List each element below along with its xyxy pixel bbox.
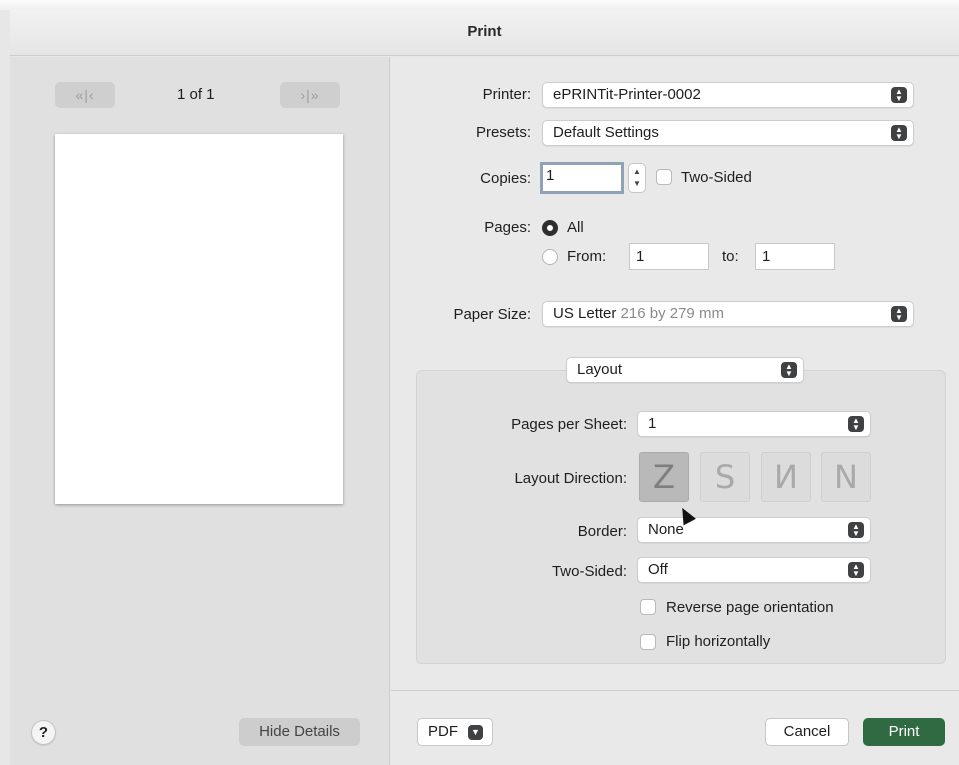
layout-reverse-z-icon[interactable]: S — [700, 452, 750, 502]
copies-field[interactable]: 1 — [540, 162, 624, 194]
popup-arrows-icon: ▲ ▼ — [848, 416, 864, 432]
window-title: Print — [10, 10, 959, 56]
paper-size-label: Paper Size: — [453, 306, 531, 323]
preview-pane: «|‹ 1 of 1 ›|» ? Hide Details — [10, 57, 390, 765]
hide-details-button[interactable]: Hide Details — [239, 718, 360, 746]
layout-n-icon[interactable]: N — [821, 452, 871, 502]
page-count: 1 of 1 — [177, 86, 215, 103]
pages-from-field[interactable]: 1 — [629, 243, 709, 270]
print-button[interactable]: Print — [863, 718, 945, 746]
popup-arrows-icon: ▲ ▼ — [781, 362, 797, 378]
help-button[interactable]: ? — [31, 720, 56, 745]
presets-value: Default Settings — [553, 124, 659, 141]
flip-horizontally-label: Flip horizontally — [666, 633, 771, 650]
layout-z-icon[interactable]: Z — [639, 452, 689, 502]
two-sided-label: Two-Sided — [681, 169, 752, 186]
presets-popup[interactable]: Default Settings ▲ ▼ — [542, 120, 914, 146]
pages-all-label: All — [567, 219, 584, 236]
copies-stepper[interactable]: ▲ ▼ — [628, 163, 646, 193]
popup-arrows-icon: ▲ ▼ — [848, 522, 864, 538]
popup-arrows-icon: ▲ ▼ — [891, 306, 907, 322]
menubar-strip — [0, 0, 959, 10]
section-popup[interactable]: Layout ▲ ▼ — [566, 357, 804, 383]
pages-all-radio[interactable] — [542, 220, 558, 236]
two-sided-mode-label: Two-Sided: — [551, 563, 627, 580]
previous-page-button[interactable]: «|‹ — [55, 82, 115, 108]
presets-label: Presets: — [475, 124, 531, 141]
two-sided-checkbox[interactable] — [656, 169, 672, 185]
printer-label: Printer: — [482, 86, 531, 103]
pdf-menu-button[interactable]: PDF ▼ — [417, 718, 493, 746]
footer-divider — [391, 690, 959, 691]
pages-to-label: to: — [722, 248, 739, 265]
border-popup[interactable]: None ▲ ▼ — [637, 517, 871, 543]
printer-value: ePRINTit-Printer-0002 — [553, 86, 701, 103]
pdf-label: PDF — [428, 723, 458, 740]
chevron-down-icon: ▼ — [468, 725, 483, 740]
pages-per-sheet-popup[interactable]: 1 ▲ ▼ — [637, 411, 871, 437]
cancel-button[interactable]: Cancel — [765, 718, 849, 746]
pages-from-radio[interactable] — [542, 249, 558, 265]
section-value: Layout — [577, 361, 623, 378]
pages-per-sheet-value: 1 — [648, 415, 657, 432]
pages-per-sheet-label: Pages per Sheet: — [511, 416, 627, 433]
layout-direction-label: Layout Direction: — [514, 470, 627, 487]
paper-size-popup[interactable]: US Letter 216 by 279 mm ▲ ▼ — [542, 301, 914, 327]
next-page-button[interactable]: ›|» — [280, 82, 340, 108]
popup-arrows-icon: ▲ ▼ — [848, 562, 864, 578]
reverse-orientation-label: Reverse page orientation — [666, 599, 834, 616]
layout-n-reverse-icon[interactable]: И — [761, 452, 811, 502]
pages-label: Pages: — [484, 219, 531, 236]
paper-size-detail: 216 by 279 mm — [620, 305, 724, 322]
settings-pane: Printer: ePRINTit-Printer-0002 ▲ ▼ Preset… — [391, 57, 959, 765]
page-preview — [55, 134, 343, 504]
flip-horizontally-checkbox[interactable] — [640, 634, 656, 650]
printer-popup[interactable]: ePRINTit-Printer-0002 ▲ ▼ — [542, 82, 914, 108]
border-value: None — [648, 521, 684, 538]
popup-arrows-icon: ▲ ▼ — [891, 87, 907, 103]
border-label: Border: — [577, 523, 627, 540]
two-sided-popup[interactable]: Off ▲ ▼ — [637, 557, 871, 583]
copies-label: Copies: — [480, 170, 531, 187]
two-sided-value: Off — [648, 561, 668, 578]
reverse-orientation-checkbox[interactable] — [640, 599, 656, 615]
pages-from-label: From: — [567, 248, 607, 265]
pages-to-field[interactable]: 1 — [755, 243, 835, 270]
paper-size-value: US Letter — [553, 305, 617, 322]
popup-arrows-icon: ▲ ▼ — [891, 125, 907, 141]
